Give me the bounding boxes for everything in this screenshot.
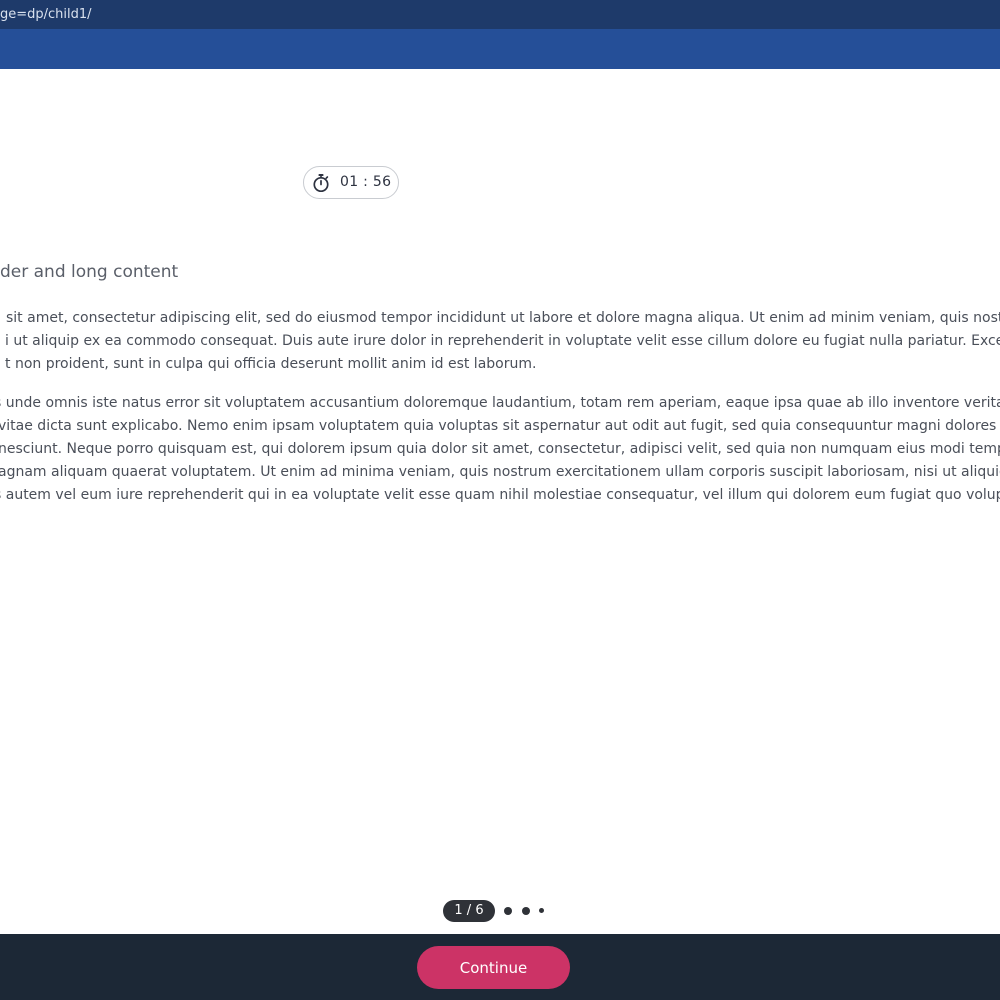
page-dot[interactable] <box>504 907 512 915</box>
stopwatch-icon <box>313 174 329 193</box>
paragraph-line: nesciunt. Neque porro quisquam est, qui … <box>0 441 1000 457</box>
paragraph-2: s unde omnis iste natus error sit volupt… <box>0 392 1000 507</box>
page-dot[interactable] <box>539 908 544 913</box>
paragraph-1: sit amet, consectetur adipiscing elit, s… <box>0 307 1000 376</box>
url-text: ge=dp/child1/ <box>0 7 92 22</box>
paragraph-line: s unde omnis iste natus error sit volupt… <box>0 395 1000 411</box>
footer-bar: Continue <box>0 934 1000 1000</box>
page-dot[interactable] <box>522 907 530 915</box>
paragraph-line: vitae dicta sunt explicabo. Nemo enim ip… <box>0 418 1000 434</box>
paragraph-line: agnam aliquam quaerat voluptatem. Ut eni… <box>0 464 1000 480</box>
pagination: 1 / 6 <box>443 900 553 922</box>
paragraph-line: t non proident, sunt in culpa qui offici… <box>5 356 537 372</box>
browser-url-bar[interactable]: ge=dp/child1/ <box>0 0 1000 29</box>
page-indicator: 1 / 6 <box>443 900 495 922</box>
content-area: der and long content sit amet, consectet… <box>0 255 1000 535</box>
timer-value: 01 : 56 <box>340 174 392 190</box>
continue-button[interactable]: Continue <box>417 946 570 989</box>
timer-badge: 01 : 56 <box>303 166 399 199</box>
paragraph-line: s autem vel eum iure reprehenderit qui i… <box>0 487 1000 503</box>
content-title: der and long content <box>0 262 179 282</box>
paragraph-line: sit amet, consectetur adipiscing elit, s… <box>6 310 1000 326</box>
paragraph-line: i ut aliquip ex ea commodo consequat. Du… <box>5 333 1000 349</box>
app-header <box>0 29 1000 69</box>
